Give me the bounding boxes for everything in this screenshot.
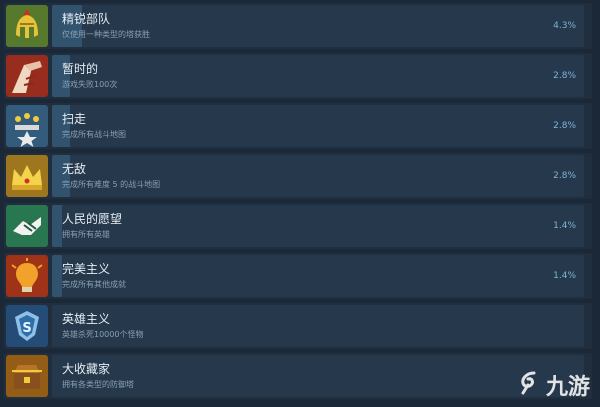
achievement-description: 完成所有战斗地图 (62, 130, 126, 139)
achievement-title: 大收藏家 (62, 362, 111, 376)
achievement-row[interactable]: S 英雄主义 英雄杀死10000个怪物 (4, 303, 592, 349)
achievement-percent: 2.8% (553, 171, 576, 181)
watermark: 九游 (516, 369, 590, 401)
achievement-row[interactable]: 无敌 完成所有难度 5 的战斗地图 2.8% (4, 153, 592, 199)
achievement-row[interactable]: 完美主义 完成所有其他成就 1.4% (4, 253, 592, 299)
treasure-chest-icon (6, 355, 48, 397)
achievement-title: 暂时的 (62, 62, 99, 76)
handshake-icon (6, 205, 48, 247)
achievement-row[interactable]: 扫走 完成所有战斗地图 2.8% (4, 103, 592, 149)
achievement-row[interactable]: 人民的愿望 拥有所有英雄 1.4% (4, 203, 592, 249)
achievement-title: 英雄主义 (62, 312, 111, 326)
achievement-description: 完成所有难度 5 的战斗地图 (62, 180, 161, 189)
lightbulb-icon (6, 255, 48, 297)
achievement-title: 精锐部队 (62, 12, 111, 26)
achievement-description: 游戏失败100次 (62, 80, 118, 89)
progress-bar (52, 155, 584, 197)
jiuyou-logo-icon (516, 369, 542, 401)
progress-bar (52, 305, 584, 347)
svg-text:S: S (22, 321, 31, 336)
watermark-text: 九游 (545, 375, 590, 400)
achievement-percent: 2.8% (553, 121, 576, 131)
achievement-row[interactable]: 暂时的 游戏失败100次 2.8% (4, 53, 592, 99)
hero-emblem-icon: S (6, 305, 48, 347)
achievement-description: 仅使用一种类型的塔获胜 (62, 30, 150, 39)
achievement-list: 精锐部队 仅使用一种类型的塔获胜 4.3% 暂时的 游戏失败100次 2.8% (0, 0, 600, 407)
achievement-percent: 4.3% (553, 21, 576, 31)
achievement-description: 英雄杀死10000个怪物 (62, 330, 144, 339)
achievement-description: 完成所有其他成就 (62, 280, 126, 289)
progress-bar (52, 55, 584, 97)
achievement-percent: 1.4% (553, 221, 576, 231)
progress-bar (52, 5, 584, 47)
crown-icon (6, 155, 48, 197)
achievement-title: 完美主义 (62, 262, 111, 276)
progress-bar (52, 205, 584, 247)
achievement-percent: 2.8% (553, 71, 576, 81)
achievement-row[interactable]: 精锐部队 仅使用一种类型的塔获胜 4.3% (4, 3, 592, 49)
achievement-row[interactable]: 大收藏家 拥有各类型的防御塔 (4, 353, 592, 399)
progress-bar (52, 355, 584, 397)
achievement-description: 拥有所有英雄 (62, 230, 110, 239)
achievement-percent: 1.4% (553, 271, 576, 281)
progress-bar (52, 255, 584, 297)
achievement-title: 扫走 (62, 112, 87, 126)
star-badge-icon (6, 105, 48, 147)
achievement-title: 人民的愿望 (62, 212, 123, 226)
spartan-helmet-icon (6, 5, 48, 47)
progress-bar (52, 105, 584, 147)
achievement-title: 无敌 (62, 162, 87, 176)
achievement-description: 拥有各类型的防御塔 (62, 380, 134, 389)
broken-hand-icon (6, 55, 48, 97)
